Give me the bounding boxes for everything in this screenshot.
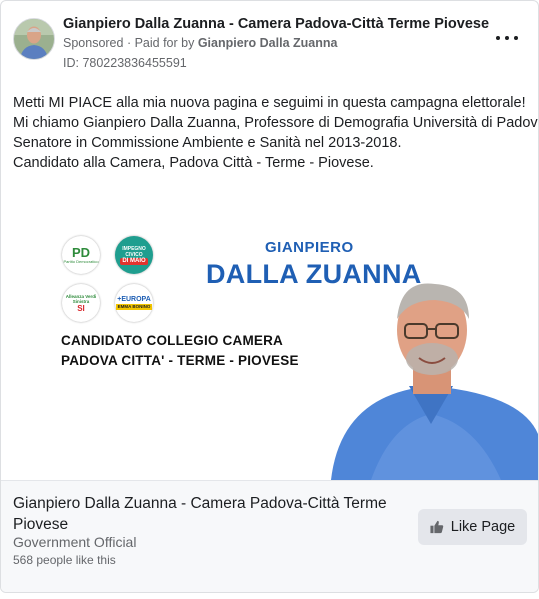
pd-logo-subtext: Partito Democratico: [63, 258, 99, 264]
avs-logo-text: Alleanza Verdi Sinistra: [65, 293, 97, 304]
thumbs-up-icon: [430, 520, 443, 534]
candidate-line-2: PADOVA CITTA' - TERME - PIOVESE: [61, 353, 299, 368]
sponsored-line: Sponsored · Paid for by Gianpiero Dalla …: [63, 36, 338, 50]
footer-category: Government Official: [13, 534, 137, 550]
ic-logo-subtext: DI MAIO: [120, 257, 148, 265]
paid-for-name[interactable]: Gianpiero Dalla Zuanna: [198, 36, 338, 50]
page-name-link[interactable]: Gianpiero Dalla Zuanna - Camera Padova-C…: [63, 16, 489, 32]
candidate-portrait: [331, 283, 538, 480]
avs-logo-subtext: SI: [77, 303, 85, 313]
europa-logo-subtext: EMMA BONINO: [115, 304, 153, 310]
europa-logo-text: +EUROPA: [117, 296, 151, 303]
more-horizontal-icon[interactable]: [496, 31, 518, 45]
impegno-civico-logo: IMPEGNO CIVICO DI MAIO: [115, 236, 153, 274]
page-footer: Gianpiero Dalla Zuanna - Camera Padova-C…: [1, 480, 538, 592]
ad-id: ID: 780223836455591: [63, 56, 187, 70]
avs-logo: Alleanza Verdi Sinistra SI: [62, 284, 100, 322]
candidate-line-1: CANDIDATO COLLEGIO CAMERA: [61, 333, 283, 348]
sponsored-label: Sponsored: [63, 36, 124, 50]
post-body-text: Metti MI PIACE alla mia nuova pagina e s…: [13, 93, 539, 173]
body-line: Mi chiamo Gianpiero Dalla Zuanna, Profes…: [13, 115, 539, 131]
paid-for-text: Paid for by: [134, 36, 195, 50]
post-header: Gianpiero Dalla Zuanna - Camera Padova-C…: [13, 13, 526, 73]
footer-page-title[interactable]: Gianpiero Dalla Zuanna - Camera Padova-C…: [13, 493, 403, 535]
ad-creative-image[interactable]: PD Partito Democratico IMPEGNO CIVICO DI…: [1, 179, 538, 480]
headline-first-name: GIANPIERO: [265, 239, 354, 256]
pd-logo: PD Partito Democratico: [62, 236, 100, 274]
piu-europa-logo: +EUROPA EMMA BONINO: [115, 284, 153, 322]
body-line: Metti MI PIACE alla mia nuova pagina e s…: [13, 95, 526, 111]
like-page-label: Like Page: [450, 519, 516, 535]
like-page-button[interactable]: Like Page: [418, 509, 527, 545]
footer-like-count: 568 people like this: [13, 553, 116, 567]
body-line: Candidato alla Camera, Padova Città - Te…: [13, 155, 374, 171]
ad-card: Gianpiero Dalla Zuanna - Camera Padova-C…: [0, 0, 539, 593]
pd-logo-text: PD: [71, 244, 91, 260]
body-line: Senatore in Commissione Ambiente e Sanit…: [13, 135, 402, 151]
ic-logo-text: IMPEGNO CIVICO: [122, 245, 146, 258]
avatar[interactable]: [13, 18, 55, 60]
